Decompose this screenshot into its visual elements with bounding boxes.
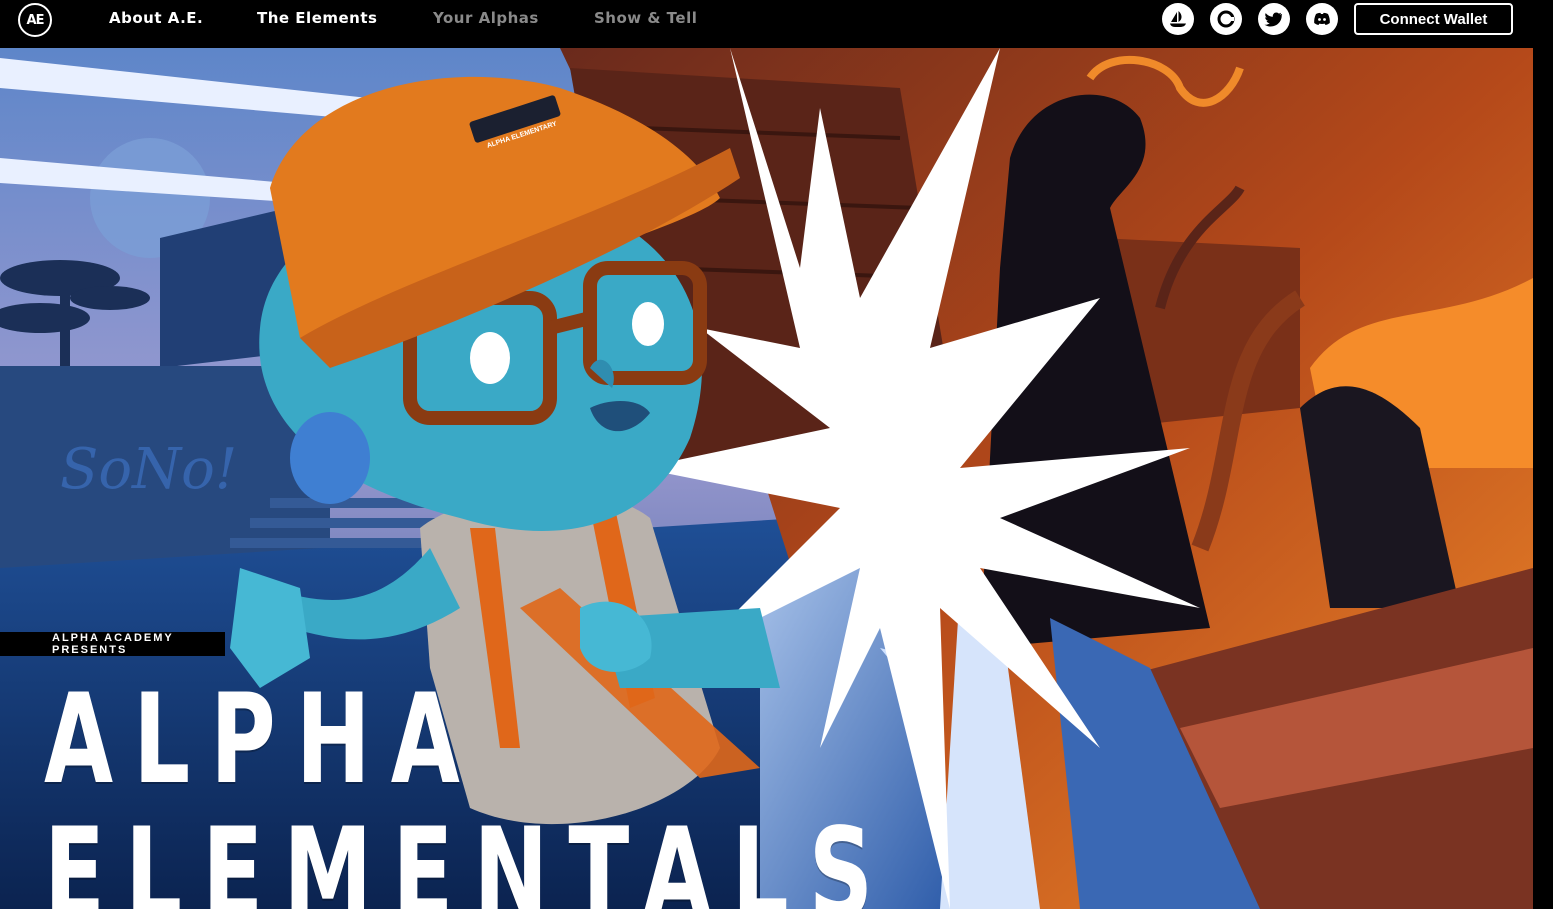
hero-title-line1: ALPHA [44, 668, 481, 812]
opensea-icon[interactable] [1162, 3, 1194, 35]
nav-show-and-tell[interactable]: Show & Tell [594, 9, 697, 27]
nav-the-elements[interactable]: The Elements [257, 9, 377, 27]
twitter-icon[interactable] [1258, 3, 1290, 35]
coinbase-icon[interactable] [1210, 3, 1242, 35]
svg-text:SoNo!: SoNo! [60, 437, 237, 502]
top-navbar: AE About A.E. The Elements Your Alphas S… [0, 0, 1553, 48]
connect-wallet-button[interactable]: Connect Wallet [1354, 3, 1513, 35]
hero-title-line2: ELEMENTALS [44, 802, 894, 909]
hero-section: SoNo! ALPHA ELEMENTARY ALPHA ACADEMY PRE… [0, 48, 1533, 909]
brand-logo[interactable]: AE [18, 3, 52, 37]
nav-your-alphas[interactable]: Your Alphas [433, 9, 539, 27]
presents-tag: ALPHA ACADEMY PRESENTS [0, 632, 225, 656]
nav-about[interactable]: About A.E. [109, 9, 203, 27]
discord-icon[interactable] [1306, 3, 1338, 35]
